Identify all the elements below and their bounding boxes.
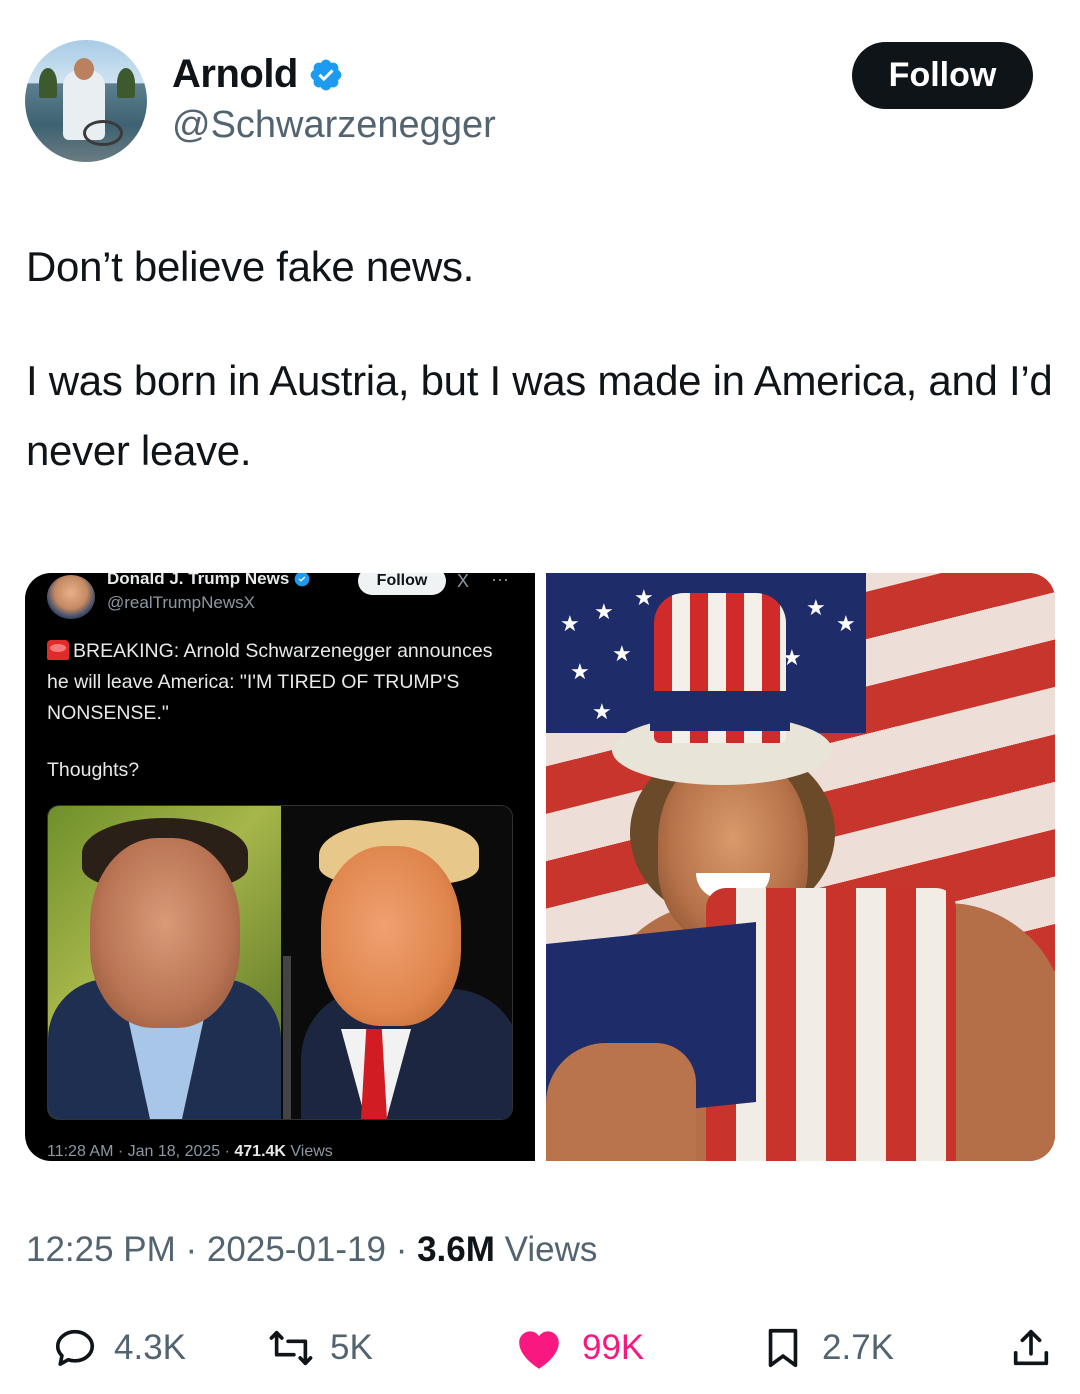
embedded-meta-time: 11:28 AM · Jan 18, 2025 · — [47, 1143, 235, 1160]
tweet-meta: 12:25 PM · 2025-01-19 · 3.6M Views — [26, 1230, 597, 1270]
embedded-meta: 11:28 AM · Jan 18, 2025 · 471.4K Views — [47, 1143, 333, 1161]
embedded-meta-views: 471.4K — [234, 1143, 286, 1160]
meta-separator: · — [385, 1230, 418, 1269]
like-count: 99K — [582, 1328, 645, 1367]
views-label: Views — [494, 1230, 598, 1269]
share-button[interactable] — [1008, 1316, 1054, 1380]
embedded-thoughts: Thoughts? — [47, 759, 140, 781]
reply-count: 4.3K — [114, 1328, 186, 1367]
like-heart-icon — [519, 1331, 559, 1369]
reply-icon — [55, 1329, 95, 1366]
media-image-flag-photo[interactable]: ★ ★ ★ ★ ★ ★ ★ ★ ★ — [546, 573, 1055, 1161]
avatar-boat-wheel — [83, 120, 123, 146]
avatar-tree — [117, 68, 135, 98]
author-handle[interactable]: @Schwarzenegger — [172, 104, 496, 147]
tweet-date[interactable]: 2025-01-19 — [207, 1230, 386, 1269]
tweet-paragraph: Don’t believe fake news. — [26, 243, 475, 290]
media-image-screenshot[interactable]: Donald J. Trump News @realTrumpNewsX Fol… — [25, 573, 535, 1161]
star-icon: ★ — [560, 611, 580, 636]
tweet-time[interactable]: 12:25 PM — [26, 1230, 176, 1269]
follow-button[interactable]: Follow — [852, 42, 1033, 109]
embedded-photo-trump — [281, 806, 512, 1119]
embedded-text: BREAKING: Arnold Schwarzenegger announce… — [47, 636, 517, 729]
repost-button[interactable]: 5K — [268, 1316, 373, 1380]
star-icon: ★ — [570, 659, 590, 684]
siren-icon — [47, 640, 69, 660]
tweet-text: Don’t believe fake news. I was born in A… — [26, 232, 1056, 486]
embedded-meta-views-label: Views — [285, 1143, 333, 1160]
action-bar: 4.3K 5K 99K 2.7K — [0, 1316, 1080, 1386]
star-icon: ★ — [592, 699, 612, 724]
bookmark-count: 2.7K — [822, 1328, 894, 1367]
photo-face — [90, 838, 240, 1028]
avatar-head — [74, 58, 94, 80]
share-icon — [1013, 1329, 1049, 1366]
bookmark-button[interactable]: 2.7K — [760, 1316, 894, 1380]
verified-badge-icon — [310, 59, 342, 90]
hat-band — [650, 691, 790, 731]
embedded-verified-icon — [294, 573, 310, 587]
star-icon: ★ — [806, 595, 826, 620]
bookmark-icon — [768, 1328, 798, 1368]
author-name[interactable]: Arnold — [172, 52, 298, 97]
views-count: 3.6M — [417, 1230, 495, 1269]
star-icon: ★ — [836, 611, 856, 636]
embedded-name: Donald J. Trump News — [107, 573, 290, 588]
embedded-breaking-text: BREAKING: Arnold Schwarzenegger announce… — [47, 640, 493, 724]
embedded-avatar — [47, 575, 95, 619]
avatar-tree — [39, 68, 57, 98]
author-avatar[interactable] — [25, 40, 147, 162]
tweet-media[interactable]: Donald J. Trump News @realTrumpNewsX Fol… — [25, 573, 1055, 1161]
embedded-name-row: Donald J. Trump News — [107, 573, 310, 589]
embedded-photos — [47, 805, 513, 1120]
embedded-follow-button: Follow — [358, 573, 446, 595]
author-name-row[interactable]: Arnold — [172, 52, 344, 97]
star-icon: ★ — [612, 641, 632, 666]
repost-icon — [269, 1330, 313, 1366]
like-button[interactable]: 99K — [512, 1316, 644, 1380]
repost-count: 5K — [330, 1328, 373, 1367]
embedded-more-icon: ··· — [491, 573, 509, 589]
embedded-handle: @realTrumpNewsX — [107, 593, 255, 612]
star-icon: ★ — [594, 599, 614, 624]
reply-button[interactable]: 4.3K — [52, 1316, 186, 1380]
photo-microphone — [283, 956, 291, 1119]
embedded-x-logo-icon: X — [457, 573, 470, 591]
meta-separator: · — [175, 1230, 207, 1269]
star-icon: ★ — [634, 585, 654, 610]
photo-hand — [546, 1043, 696, 1161]
embedded-photo-arnold — [48, 806, 281, 1119]
photo-face — [321, 846, 461, 1026]
tweet-paragraph: I was born in Austria, but I was made in… — [26, 357, 1053, 474]
